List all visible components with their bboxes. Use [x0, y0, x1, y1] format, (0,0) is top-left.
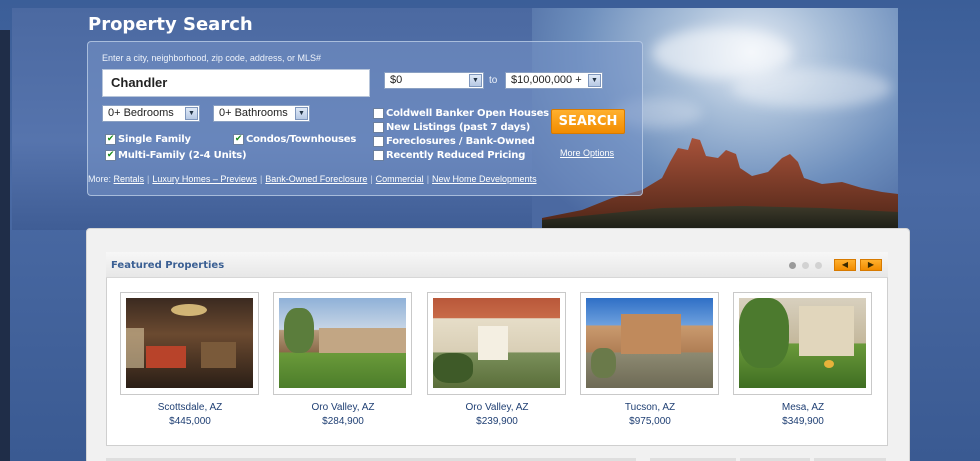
- carousel-prev-button[interactable]: ◀: [834, 259, 856, 271]
- carousel-next-button[interactable]: ▶: [860, 259, 882, 271]
- filter-reduced-pricing[interactable]: Recently Reduced Pricing: [373, 150, 525, 161]
- more-options-link[interactable]: More Options: [560, 148, 614, 158]
- property-type-single-family[interactable]: ✔ Single Family: [105, 134, 191, 145]
- property-thumbnail[interactable]: [427, 292, 566, 395]
- chevron-down-icon: ▼: [185, 107, 198, 120]
- property-photo-exterior: [279, 298, 406, 388]
- checkbox-icon[interactable]: [373, 122, 384, 133]
- bedrooms-select[interactable]: 0+ Bedrooms ▼: [102, 105, 200, 122]
- checkbox-checked-icon[interactable]: ✔: [233, 134, 244, 145]
- checkbox-icon[interactable]: [373, 136, 384, 147]
- checkbox-label: Single Family: [118, 134, 191, 145]
- link-rentals[interactable]: Rentals: [114, 174, 145, 184]
- property-photo-courtyard: [433, 298, 560, 388]
- min-price-value: $0: [390, 74, 403, 86]
- separator: |: [426, 174, 430, 184]
- property-location[interactable]: Oro Valley, AZ: [273, 402, 413, 413]
- price-to-label: to: [489, 75, 498, 86]
- property-price: $975,000: [629, 416, 671, 427]
- carousel-dot[interactable]: [815, 262, 822, 269]
- property-location[interactable]: Oro Valley, AZ: [427, 402, 567, 413]
- more-links-row: More: Rentals | Luxury Homes – Previews | Ba…: [88, 174, 537, 184]
- chevron-down-icon: ▼: [295, 107, 308, 120]
- property-type-multi-family[interactable]: ✔ Multi-Family (2-4 Units): [105, 150, 247, 161]
- page-title: Property Search: [88, 14, 253, 35]
- chevron-down-icon: ▼: [469, 74, 482, 87]
- search-hint: Enter a city, neighborhood, zip code, ad…: [102, 53, 321, 63]
- checkbox-label: Coldwell Banker Open Houses: [386, 108, 549, 119]
- property-price: $349,900: [782, 416, 824, 427]
- property-location[interactable]: Tucson, AZ: [580, 402, 720, 413]
- property-thumbnail[interactable]: [120, 292, 259, 395]
- arrow-left-icon: ◀: [841, 260, 849, 269]
- max-price-value: $10,000,000 +: [511, 74, 582, 86]
- property-photo-adobe: [586, 298, 713, 388]
- checkbox-label: Recently Reduced Pricing: [386, 150, 526, 161]
- location-search-input[interactable]: Chandler: [102, 69, 370, 97]
- carousel-dot-active[interactable]: [789, 262, 796, 269]
- property-type-condos[interactable]: ✔ Condos/Townhouses: [233, 134, 356, 145]
- filter-new-listings[interactable]: New Listings (past 7 days): [373, 122, 530, 133]
- max-price-select[interactable]: $10,000,000 + ▼: [505, 72, 603, 89]
- checkbox-checked-icon[interactable]: ✔: [105, 134, 116, 145]
- checkbox-label: Multi-Family (2-4 Units): [118, 150, 247, 161]
- bedrooms-value: 0+ Bedrooms: [108, 107, 174, 119]
- property-thumbnail[interactable]: [733, 292, 872, 395]
- separator: |: [370, 174, 373, 184]
- filter-foreclosures[interactable]: Foreclosures / Bank-Owned: [373, 136, 535, 147]
- property-photo-interior: [126, 298, 253, 388]
- bathrooms-value: 0+ Bathrooms: [219, 107, 288, 119]
- arrow-right-icon: ▶: [867, 260, 875, 269]
- checkbox-checked-icon[interactable]: ✔: [105, 150, 116, 161]
- link-new-home-developments[interactable]: New Home Developments: [432, 174, 537, 184]
- property-price: $239,900: [476, 416, 518, 427]
- link-commercial[interactable]: Commercial: [376, 174, 424, 184]
- chevron-down-icon: ▼: [588, 74, 601, 87]
- separator: |: [147, 174, 150, 184]
- property-photo-garden: [739, 298, 866, 388]
- separator: |: [259, 174, 263, 184]
- property-price: $284,900: [322, 416, 364, 427]
- featured-title: Featured Properties: [111, 260, 225, 271]
- bathrooms-select[interactable]: 0+ Bathrooms ▼: [213, 105, 310, 122]
- checkbox-label: New Listings (past 7 days): [386, 122, 531, 133]
- search-button[interactable]: SEARCH: [551, 109, 625, 134]
- property-price: $445,000: [169, 416, 211, 427]
- property-thumbnail[interactable]: [273, 292, 412, 395]
- more-label: More:: [88, 174, 112, 184]
- checkbox-icon[interactable]: [373, 108, 384, 119]
- checkbox-label: Foreclosures / Bank-Owned: [386, 136, 535, 147]
- link-luxury-homes[interactable]: Luxury Homes – Previews: [152, 174, 257, 184]
- carousel-dot[interactable]: [802, 262, 809, 269]
- property-location[interactable]: Scottsdale, AZ: [120, 402, 260, 413]
- link-bank-owned[interactable]: Bank-Owned Foreclosure: [265, 174, 367, 184]
- min-price-select[interactable]: $0 ▼: [384, 72, 484, 89]
- cloud: [732, 68, 892, 108]
- left-edge-shadow: [0, 30, 10, 461]
- checkbox-label: Condos/Townhouses: [246, 134, 357, 145]
- filter-open-houses[interactable]: Coldwell Banker Open Houses: [373, 108, 549, 119]
- property-location[interactable]: Mesa, AZ: [733, 402, 873, 413]
- property-thumbnail[interactable]: [580, 292, 719, 395]
- checkbox-icon[interactable]: [373, 150, 384, 161]
